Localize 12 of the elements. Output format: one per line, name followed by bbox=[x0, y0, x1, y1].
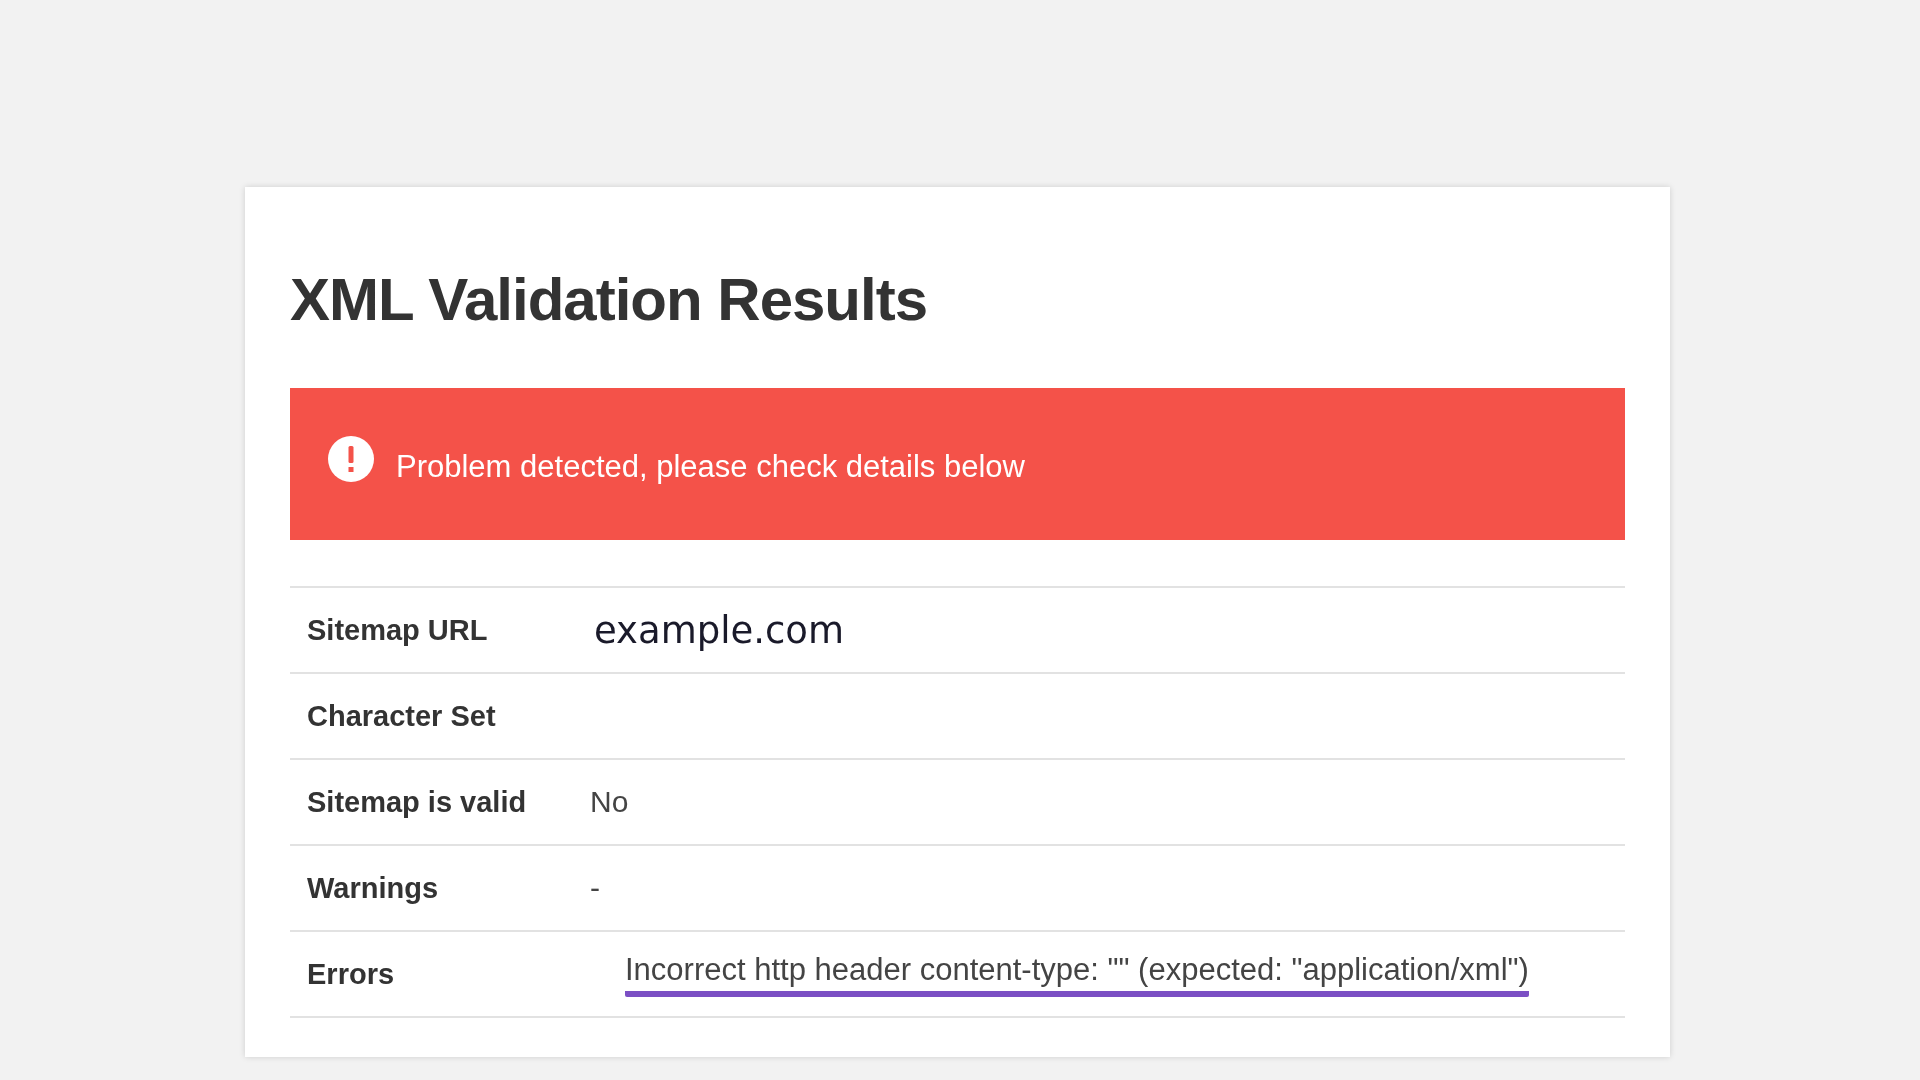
page-title: XML Validation Results bbox=[290, 265, 929, 335]
row-label: Character Set bbox=[306, 699, 497, 733]
alert-message: Problem detected, please check details below bbox=[396, 449, 1025, 485]
row-value: No bbox=[590, 785, 629, 818]
row-label: Sitemap URL bbox=[306, 613, 489, 647]
row-value: Incorrect http header content-type: "" (expected: "application/xml") bbox=[625, 951, 1529, 997]
row-label: Warnings bbox=[306, 871, 440, 905]
exclamation-icon bbox=[328, 436, 374, 482]
row-value: - bbox=[590, 871, 600, 904]
row-label: Sitemap is valid bbox=[306, 785, 528, 819]
row-label: Errors bbox=[306, 957, 396, 991]
row-value: example.com bbox=[594, 608, 845, 652]
